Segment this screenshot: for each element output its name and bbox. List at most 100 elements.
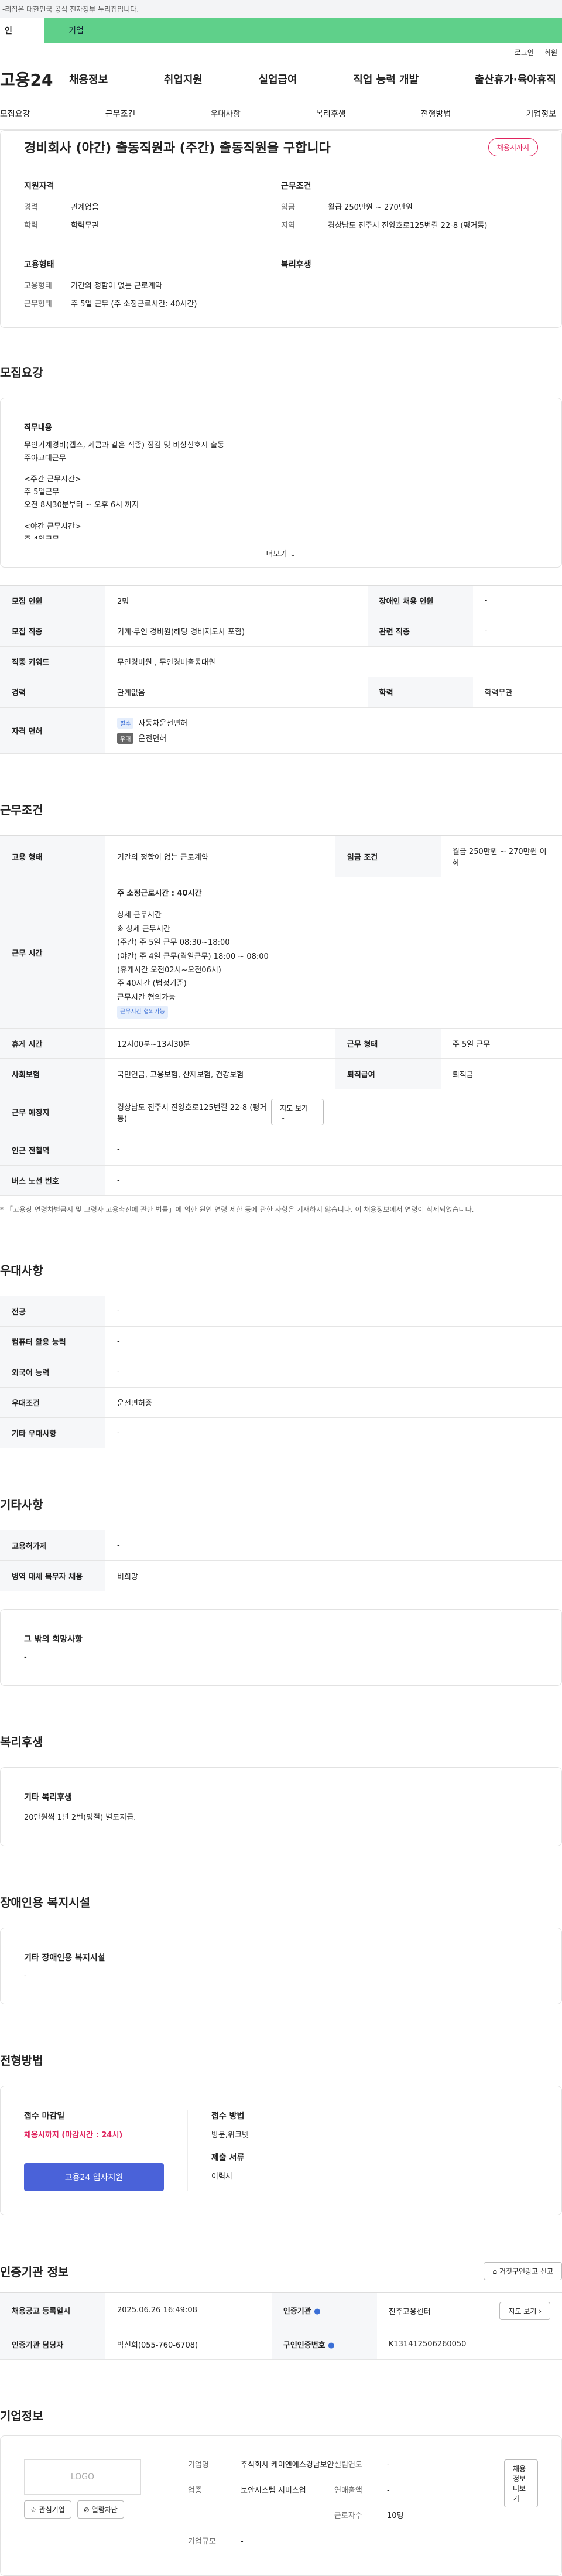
etype-value: 기간의 정함이 없는 근로계약 <box>105 835 335 877</box>
gnb-item-unemployment[interactable]: 실업급여 <box>259 71 297 87</box>
desc-line: 주 5일근무 <box>24 488 60 497</box>
gnb-item-training[interactable]: 직업 능력 개발 <box>353 71 419 87</box>
hours-line: 상세 근무시간 <box>117 911 162 920</box>
major-label: 전공 <box>0 1296 105 1327</box>
anchor-company[interactable]: 기업정보 <box>526 108 556 119</box>
org-map-button[interactable]: 지도 보기 › <box>499 2301 550 2320</box>
org-value: 진주고용센터 지도 보기 › <box>377 2293 562 2329</box>
job-title: 경비회사 (야간) 출동직원과 (주간) 출동직원을 구합니다 <box>24 141 331 156</box>
headcount-value: 2명 <box>105 585 368 616</box>
gov-banner: -리집은 대한민국 공식 전자정부 누리집입니다. <box>0 0 562 18</box>
desc-line: 오전 8시30분부터 ~ 오후 6시 까지 <box>24 501 139 510</box>
career-value: 관계없음 <box>71 203 99 212</box>
break-value: 12시00분~13시30분 <box>105 1028 335 1060</box>
hours-line: 주 40시간 (법정기준) <box>117 979 187 989</box>
wage-value: 월급 250만원 ~ 270만원 <box>328 203 413 212</box>
employees-value: 10명 <box>387 2512 404 2521</box>
site-logo[interactable]: 고용24 <box>0 67 69 91</box>
manager-label: 인증기관 담당자 <box>0 2329 105 2360</box>
cname-value: 주식회사 케이엔에스경남보안 <box>241 2461 334 2470</box>
insurance-label: 사회보험 <box>0 1058 105 1090</box>
apply-button[interactable]: 고용24 입사지원 <box>24 2162 164 2191</box>
company-logo-col: LOGO ☆ 관심기업 ⊘ 열람차단 <box>24 2459 141 2552</box>
wish-box: 그 밖의 희망사항 - <box>0 1608 562 1686</box>
etype-label: 고용형태 <box>24 282 52 291</box>
desc-line <box>24 513 538 521</box>
reg-value: 2025.06.26 16:49:08 <box>105 2292 272 2330</box>
login-link[interactable]: 로그인 <box>515 47 534 57</box>
anchor-apply[interactable]: 전형방법 <box>421 108 451 119</box>
info-icon[interactable]: ● <box>314 2307 320 2316</box>
insurance-value: 국민연금, 고용보험, 산재보험, 건강보험 <box>105 1058 335 1090</box>
est-label: 설립연도 <box>334 2461 362 2470</box>
global-nav: 고용24 채용정보 취업지원 실업급여 직업 능력 개발 출산휴가·육아휴직 <box>0 61 562 97</box>
summary-welfare: 복리후생 <box>281 258 538 316</box>
company-jobs-button[interactable]: 채용정보 더보기 <box>504 2459 538 2508</box>
welfare-box-title: 기타 복리후생 <box>24 1792 73 1802</box>
career-label: 경력 <box>24 203 38 212</box>
military-value: 비희망 <box>105 1560 562 1591</box>
place-address: 경상남도 진주시 진양호로125번길 22-8 (평거동) <box>117 1103 267 1123</box>
disabled-value: - <box>472 585 562 616</box>
lang-label: 외국어 능력 <box>0 1357 105 1388</box>
place-label: 근무 예정지 <box>0 1089 105 1135</box>
tab-company[interactable]: 기업 <box>44 18 108 43</box>
anchor-welfare[interactable]: 복리후생 <box>316 108 346 119</box>
desc-title: 직무내용 <box>24 423 52 432</box>
disabled-heading: 장애인용 복지시설 <box>0 1895 91 1909</box>
info-icon[interactable]: ● <box>328 2341 334 2350</box>
table-row: 버스 노선 번호 - <box>0 1165 562 1196</box>
table-row: 기타 우대사항 - <box>0 1417 562 1448</box>
gnb-item-employment-support[interactable]: 취업지원 <box>164 71 203 87</box>
wish-value: - <box>24 1652 27 1662</box>
wage-label: 임금 조건 <box>335 835 441 877</box>
gnb-item-jobs[interactable]: 채용정보 <box>69 71 108 87</box>
station-value: - <box>105 1135 562 1166</box>
more-button[interactable]: 더보기 ⌄ <box>1 539 561 567</box>
tab-individual[interactable]: 인 <box>0 18 44 43</box>
table-row: 경력 관계없음 학력 학력무관 <box>0 677 562 708</box>
anchor-work[interactable]: 근무조건 <box>105 108 136 119</box>
util-bar: 로그인 회원 <box>0 43 562 61</box>
anchor-recruit[interactable]: 모집요강 <box>0 108 30 119</box>
table-row: 우대조건 운전면허증 <box>0 1387 562 1418</box>
required-tag: 필수 <box>117 718 134 729</box>
more-label: 더보기 <box>266 550 287 559</box>
num-label: 구인인증번호 ● <box>271 2329 377 2360</box>
block-company-button[interactable]: ⊘ 열람차단 <box>77 2500 124 2519</box>
map-view-button[interactable]: 지도 보기 ⌄ <box>271 1099 324 1126</box>
welfare-box: 기타 복리후생 20만원씩 1년 2번(명절) 별도지급. <box>0 1767 562 1846</box>
pref-heading: 우대사항 <box>0 1263 43 1277</box>
emp-title: 고용형태 <box>24 260 54 269</box>
summary-qualification: 지원자격 경력 관계없음 학력 학력무관 <box>24 180 281 237</box>
apply-box: 접수 마감일 채용시까지 (마감시간 : 24시) 고용24 입사지원 접수 방… <box>0 2085 562 2215</box>
hours-line: (야간) 주 4일 근무(격일근무) 18:00 ~ 08:00 <box>117 952 269 961</box>
region-value: 경상남도 진주시 진양호로125번길 22-8 (평거동) <box>328 221 488 230</box>
anchor-pref[interactable]: 우대사항 <box>210 108 241 119</box>
signup-link[interactable]: 회원 <box>544 47 557 57</box>
home-icon: ⌂ <box>492 2267 498 2276</box>
industry-label: 업종 <box>188 2486 202 2495</box>
age-note: * 「고용상 연령차별금지 및 고령자 고용촉진에 관한 법률」에 의한 원인 … <box>0 1205 474 1214</box>
org-label-text: 인증기관 <box>283 2307 311 2317</box>
num-label-text: 구인인증번호 <box>283 2341 325 2350</box>
license-1: 자동차운전면허 <box>138 719 188 728</box>
desc-line: 주야교대근무 <box>24 454 66 463</box>
apply-method-col: 접수 방법 방문,워크넷 제출 서류 이력서 <box>188 2110 249 2191</box>
military-label: 병역 대체 복무자 채용 <box>0 1560 105 1591</box>
table-row: 근무 시간 주 소정근로시간 : 40시간 상세 근무시간 ※ 상세 근무시간 … <box>0 877 562 1029</box>
table-row: 자격 면허 필수 자동차운전면허 우대 운전면허 <box>0 707 562 754</box>
table-row: 병역 대체 복무자 채용 비희망 <box>0 1560 562 1591</box>
gnb-item-parental-leave[interactable]: 출산휴가·육아휴직 <box>475 71 556 87</box>
summary-conditions: 근무조건 임금 월급 250만원 ~ 270만원 지역 경상남도 진주시 진양호로1… <box>281 180 538 237</box>
bus-value: - <box>105 1165 562 1196</box>
favorite-company-button[interactable]: ☆ 관심기업 <box>24 2500 71 2519</box>
block-icon: ⊘ <box>83 2506 90 2514</box>
welfare-heading: 복리후생 <box>0 1734 43 1749</box>
report-fake-ad-button[interactable]: ⌂ 거짓구인광고 신고 <box>484 2261 562 2280</box>
hours-value: 주 소정근로시간 : 40시간 상세 근무시간 ※ 상세 근무시간 (주간) 주… <box>105 877 562 1029</box>
station-label: 인근 전철역 <box>0 1135 105 1166</box>
chevron-down-icon: ⌄ <box>289 550 296 559</box>
org-map-label: 지도 보기 <box>508 2307 537 2315</box>
pref-cond-label: 우대조건 <box>0 1387 105 1418</box>
